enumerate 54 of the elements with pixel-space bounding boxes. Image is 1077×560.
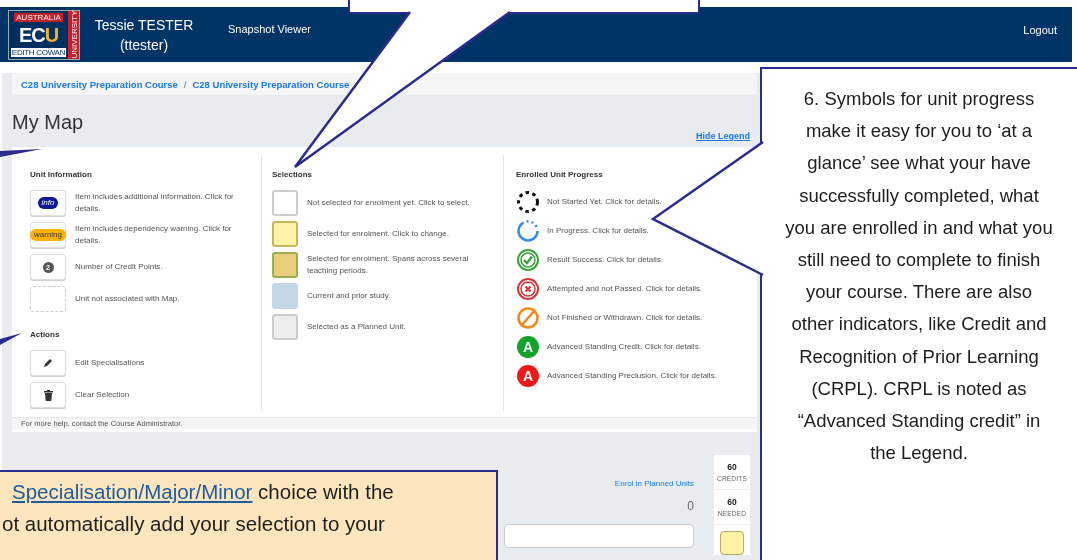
legend-text: Unit not associated with Map. xyxy=(75,293,181,305)
planned-unit-count: 0 xyxy=(687,499,694,513)
cross-circle-icon xyxy=(516,276,540,301)
letter-circle-icon: A xyxy=(516,363,540,388)
breadcrumb-link[interactable]: C28 University Preparation Course xyxy=(21,78,178,90)
callout-pointer xyxy=(0,149,42,157)
legend-text: Selected for enrolment. Click to change. xyxy=(307,227,450,240)
hide-legend-link[interactable]: Hide Legend xyxy=(696,131,750,147)
breadcrumb-separator: / xyxy=(183,78,187,90)
legend-text: Number of Credit Points. xyxy=(75,261,164,273)
action-label: Edit Specialisations xyxy=(75,357,146,369)
warning-badge: warning xyxy=(30,229,66,241)
unmapped-unit-tile xyxy=(30,286,66,312)
legend-text: Item includes additional information. Click for details. xyxy=(75,191,235,215)
section-heading: Enrolled Unit Progress xyxy=(516,170,604,179)
enrol-planned-units-link[interactable]: Enrol in Planned Units xyxy=(614,479,694,488)
letter-circle-icon: A xyxy=(516,334,540,359)
breadcrumb-link[interactable]: C28 University Preparation Course xyxy=(192,78,350,90)
legend-text: Not selected for enrolment yet. Click to select. xyxy=(307,196,471,209)
legend-text: Advanced Standing Credit. Click for details. xyxy=(547,340,701,353)
legend-text: Item includes dependency warning. Click for details. xyxy=(75,223,233,247)
user-id: (ttester) xyxy=(119,35,169,55)
legend-text: Not Finished or Withdrawn. Click for details. xyxy=(547,311,703,324)
legend-text: Attempted and not Passed. Click for details. xyxy=(547,282,703,295)
legend-text: Selected as a Planned Unit. xyxy=(307,320,407,333)
logout-link[interactable]: Logout xyxy=(1023,23,1057,36)
legend-text: In Progress. Click for details. xyxy=(547,224,649,237)
dashed-circle-icon xyxy=(516,189,540,214)
section-heading: Actions xyxy=(30,330,61,339)
callout-pointer xyxy=(0,333,22,345)
dashed-circle-icon xyxy=(516,218,540,243)
snapshot-viewer-link[interactable]: Snapshot Viewer xyxy=(228,22,311,35)
action-button[interactable] xyxy=(30,382,66,408)
callout-text: 6. Symbols for unit progress make it easy for you to ‘at a glance’ see what your have successfully completed, what you are enrolled in and what you still need to complete to finish your course. There are also other indicators, like Credit and Recognition of Prior Learning (CRPL). CRPL is noted as “Advanced Standing credit” in the Legend. xyxy=(785,87,1053,466)
slashed-circle-icon xyxy=(516,305,540,330)
input-field[interactable] xyxy=(504,524,694,548)
callout-text: ot automatically add your selection to your xyxy=(1,511,386,537)
legend-text: Not Started Yet. Click for details. xyxy=(547,195,662,208)
info-badge: info xyxy=(37,197,59,209)
action-label: Clear Selection xyxy=(75,389,131,401)
unit-swatch xyxy=(720,531,744,555)
page-title: My Map xyxy=(12,110,84,134)
check-circle-icon xyxy=(516,247,540,272)
legend-text: Selected for enrolment. Spans across several teaching periods. xyxy=(307,252,470,277)
legend-text: Advanced Standing Preclusion. Click for details. xyxy=(547,369,717,382)
legend-text: Result Success. Click for details. xyxy=(547,253,664,266)
user-name: Tessie TESTER xyxy=(94,15,194,35)
trash-icon xyxy=(43,389,53,401)
callout-link[interactable]: Specialisation/Major/Minor xyxy=(12,480,253,503)
pencil-icon xyxy=(43,358,53,368)
legend-text: Current and prior study. xyxy=(307,289,392,302)
section-heading: Selections xyxy=(272,170,313,179)
callout-text: Specialisation/Major/Minor choice with the xyxy=(11,479,395,505)
section-heading: Unit Information xyxy=(30,170,93,179)
